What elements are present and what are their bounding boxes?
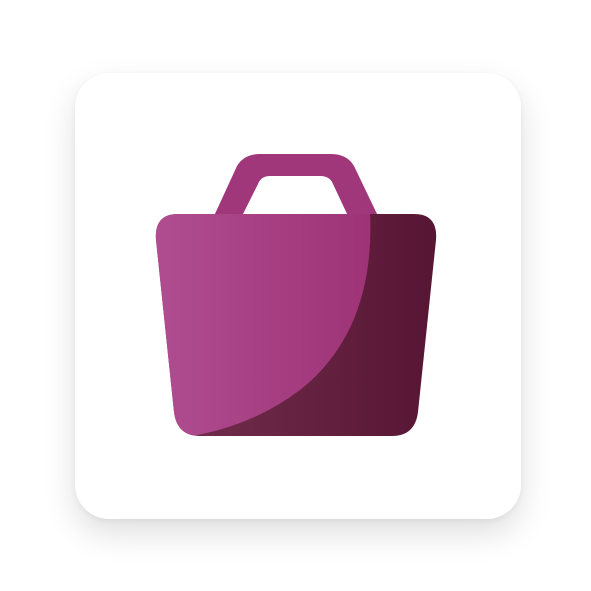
bag-body <box>155 214 437 436</box>
shopping-bag-icon <box>155 154 437 436</box>
canvas <box>0 0 591 591</box>
bag-handle <box>214 154 378 216</box>
